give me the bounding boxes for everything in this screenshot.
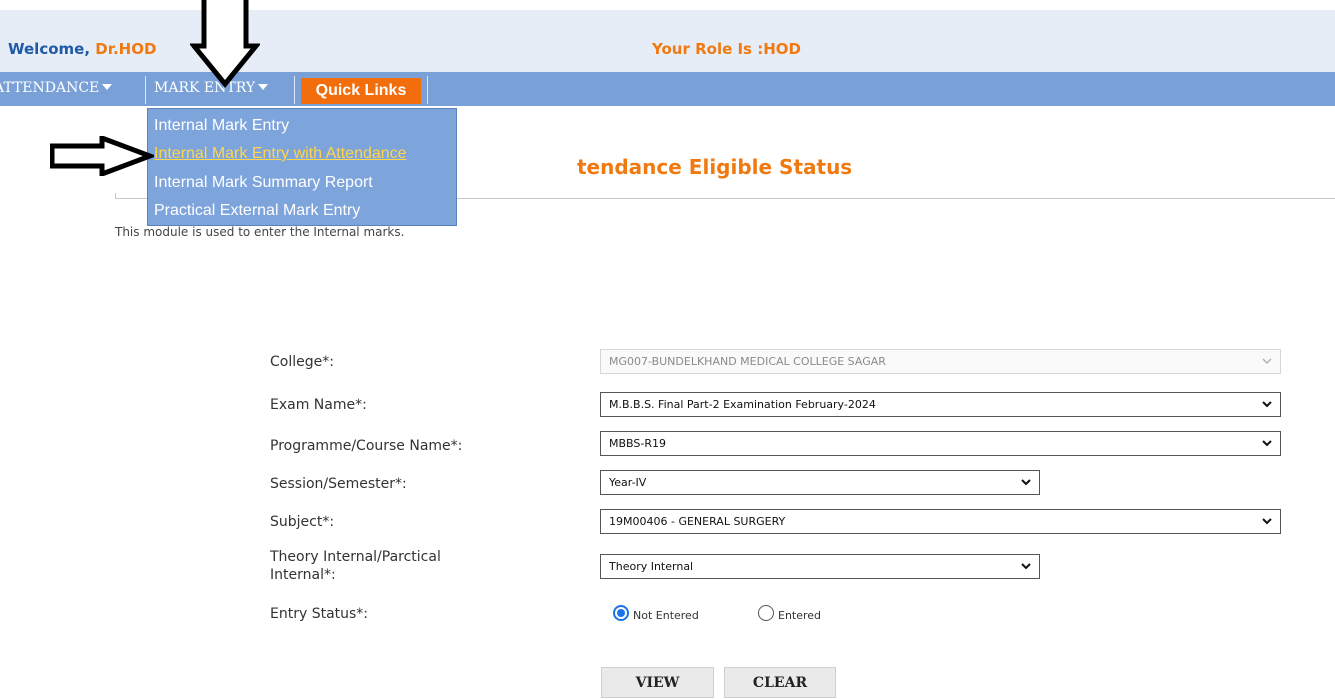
radio-not-entered-label[interactable]: Not Entered xyxy=(633,609,699,622)
college-label: College*: xyxy=(270,354,334,370)
internal-type-label-line2: Internal*: xyxy=(270,567,336,583)
down-arrow-icon xyxy=(190,0,260,88)
welcome-label: Welcome, xyxy=(8,40,91,58)
programme-select[interactable]: MBBS-R19 xyxy=(600,431,1281,456)
chevron-down-icon xyxy=(102,84,113,90)
internal-type-label-line1: Theory Internal/Parctical xyxy=(270,549,441,565)
nav-attendance[interactable]: ATTENDANCE xyxy=(0,80,113,96)
programme-label: Programme/Course Name*: xyxy=(270,438,463,454)
exam-name-select[interactable]: M.B.B.S. Final Part-2 Examination Februa… xyxy=(600,392,1281,417)
chevron-down-icon xyxy=(1262,518,1272,525)
entry-status-label: Entry Status*: xyxy=(270,606,369,622)
nav-separator xyxy=(294,76,295,104)
session-select[interactable]: Year-IV xyxy=(600,470,1040,495)
internal-type-label: Theory Internal/Parctical Internal*: xyxy=(270,548,441,584)
welcome-text: Welcome, Dr.HOD xyxy=(8,40,156,58)
mark-entry-dropdown: Internal Mark Entry Internal Mark Entry … xyxy=(147,108,457,226)
menu-item-internal-mark-entry[interactable]: Internal Mark Entry xyxy=(154,117,289,135)
exam-name-value: M.B.B.S. Final Part-2 Examination Februa… xyxy=(609,398,876,411)
radio-entered[interactable] xyxy=(758,605,774,621)
internal-type-select[interactable]: Theory Internal xyxy=(600,554,1040,579)
radio-entered-label[interactable]: Entered xyxy=(778,609,821,622)
menu-item-internal-mark-summary-report[interactable]: Internal Mark Summary Report xyxy=(154,174,373,192)
subject-label: Subject*: xyxy=(270,514,335,530)
programme-value: MBBS-R19 xyxy=(609,437,666,450)
page-description: This module is used to enter the Interna… xyxy=(115,225,405,239)
exam-name-label: Exam Name*: xyxy=(270,397,367,413)
nav-separator xyxy=(145,76,146,104)
session-value: Year-IV xyxy=(609,476,647,489)
nav-separator xyxy=(427,76,428,104)
radio-not-entered[interactable] xyxy=(613,605,629,621)
nav-attendance-label: ATTENDANCE xyxy=(0,80,100,96)
session-label: Session/Semester*: xyxy=(270,476,407,492)
college-value: MG007-BUNDELKHAND MEDICAL COLLEGE SAGAR xyxy=(609,355,886,368)
chevron-down-icon xyxy=(1262,440,1272,447)
clear-button[interactable]: CLEAR xyxy=(724,667,836,698)
page-title: tendance Eligible Status xyxy=(577,155,853,179)
internal-type-value: Theory Internal xyxy=(609,560,694,573)
college-select[interactable]: MG007-BUNDELKHAND MEDICAL COLLEGE SAGAR xyxy=(600,349,1281,374)
menu-item-practical-external-mark-entry[interactable]: Practical External Mark Entry xyxy=(154,202,360,220)
user-name: Dr.HOD xyxy=(95,40,157,58)
role-text: Your Role Is :HOD xyxy=(652,40,801,58)
chevron-down-icon xyxy=(1262,358,1272,365)
subject-value: 19M00406 - GENERAL SURGERY xyxy=(609,515,786,528)
chevron-down-icon xyxy=(1021,479,1031,486)
right-arrow-icon xyxy=(50,136,154,176)
view-button[interactable]: VIEW xyxy=(601,667,714,698)
menu-item-internal-mark-entry-with-attendance[interactable]: Internal Mark Entry with Attendance xyxy=(154,145,407,163)
chevron-down-icon xyxy=(1021,563,1031,570)
quick-links-button[interactable]: Quick Links xyxy=(301,78,421,104)
chevron-down-icon xyxy=(1262,401,1272,408)
subject-select[interactable]: 19M00406 - GENERAL SURGERY xyxy=(600,509,1281,534)
